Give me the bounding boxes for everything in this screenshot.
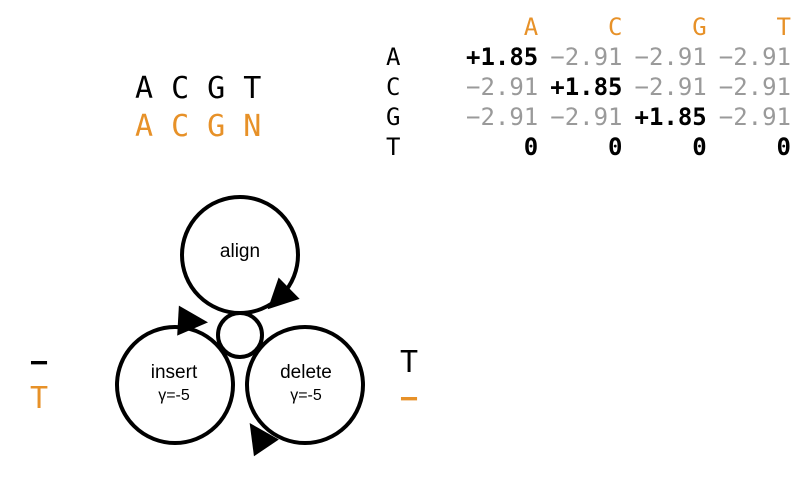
matrix-row: A +1.85 −2.91 −2.91 −2.91 [380,42,797,72]
hub-circle [218,313,262,357]
matrix-row-label: A [380,42,460,72]
matrix-col-label: A [460,12,544,42]
seq-letter: G [207,109,243,144]
matrix-cell: −2.91 [719,72,791,102]
matrix-cell: −2.91 [635,72,707,102]
seq-letter: C [171,71,207,106]
matrix-cell: −2.91 [466,72,538,102]
delete-title: delete [280,362,332,383]
delete-arrow-icon [253,428,265,441]
matrix-cell: −2.91 [466,102,538,132]
matrix-cell: 0 [777,132,791,162]
matrix-row-label: C [380,72,460,102]
seq-letter: G [207,71,243,106]
matrix-cell: 0 [608,132,622,162]
matrix-cell: −2.91 [719,42,791,72]
base-letter: T [30,381,48,417]
seq-letter: A [135,109,171,144]
matrix-cell: −2.91 [719,102,791,132]
insert-arrow-icon [180,322,202,325]
state-diagram: align insert γ=-5 delete γ=-5 [60,170,420,490]
matrix-cell: 0 [692,132,706,162]
matrix-header-row: A C G T [380,12,797,42]
seq-letter: A [135,71,171,106]
insert-label: insert γ=-5 [151,362,197,406]
seq-letter: T [243,71,279,106]
base-letter: T [400,345,418,381]
state-diagram-svg [60,170,420,490]
matrix-cell: +1.85 [466,42,538,72]
align-label: align [220,241,260,263]
matrix-cell: +1.85 [635,102,707,132]
sequence-top: ACGT [135,70,279,108]
score-matrix-table: A C G T A +1.85 −2.91 −2.91 −2.91 C −2.9… [380,12,797,162]
matrix-row-label: G [380,102,460,132]
gap-symbol: − [400,381,418,417]
matrix-cell: +1.85 [550,72,622,102]
gap-symbol: − [30,345,48,381]
matrix-col-label: C [544,12,628,42]
matrix-col-label: G [629,12,713,42]
matrix-row: T 0 0 0 0 [380,132,797,162]
matrix-cell: −2.91 [550,102,622,132]
align-title: align [220,241,260,262]
matrix-cell: −2.91 [635,42,707,72]
matrix-row: C −2.91 +1.85 −2.91 −2.91 [380,72,797,102]
left-side-pair: − T [30,345,48,417]
sequence-bottom: ACGN [135,108,279,146]
matrix-cell: 0 [524,132,538,162]
insert-gamma: γ=-5 [158,387,190,404]
matrix-row: G −2.91 −2.91 +1.85 −2.91 [380,102,797,132]
matrix-row-label: T [380,132,460,162]
seq-letter: N [243,109,279,144]
right-side-pair: T − [400,345,418,417]
delete-gamma: γ=-5 [290,387,322,404]
matrix-cell: −2.91 [550,42,622,72]
insert-title: insert [151,362,197,383]
delete-label: delete γ=-5 [280,362,332,406]
seq-letter: C [171,109,207,144]
score-matrix: A C G T A +1.85 −2.91 −2.91 −2.91 C −2.9… [380,12,797,162]
matrix-corner [380,12,460,42]
sequence-pair: ACGT ACGN [135,70,279,145]
matrix-col-label: T [713,12,797,42]
